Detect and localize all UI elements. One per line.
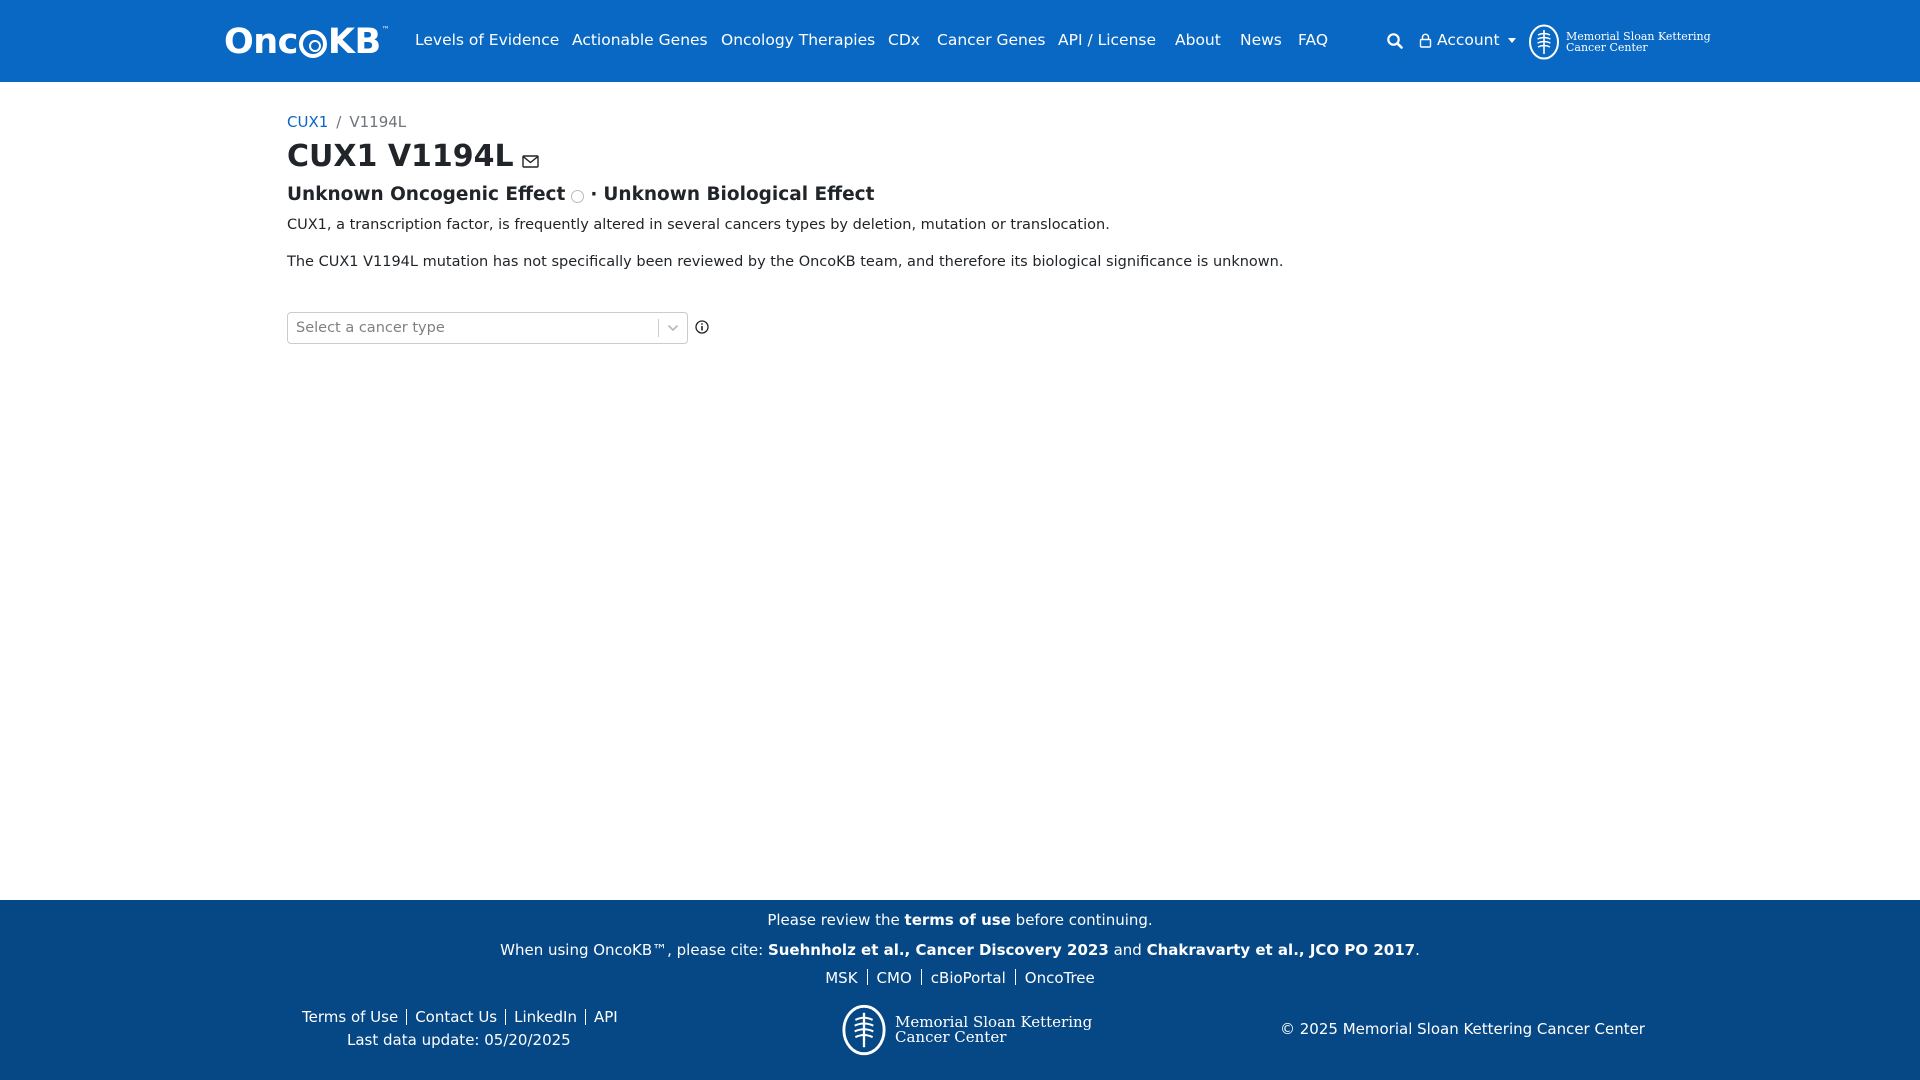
nav-levels-of-evidence[interactable]: Levels of Evidence [415,31,559,49]
link-divider [505,1009,507,1025]
footer: Please review the terms of use before co… [0,900,1920,1080]
nav-cdx[interactable]: CDx [888,31,920,49]
biological-effect: Unknown Biological Effect [603,184,875,205]
footer-left-links: Terms of Use Contact Us LinkedIn API [302,1008,618,1026]
logo-trademark: ™ [381,25,390,34]
citation-end: . [1415,941,1420,959]
partner-link-cmo[interactable]: CMO [877,969,912,987]
nav-oncology-therapies[interactable]: Oncology Therapies [721,31,875,49]
nav-api-license[interactable]: API / License [1058,31,1156,49]
page-title: CUX1 V1194L [287,139,514,174]
breadcrumb-gene-link[interactable]: CUX1 [287,113,328,131]
effects-separator: · [590,184,598,205]
last-data-update: Last data update: 05/20/2025 [347,1031,571,1049]
terms-notice: Please review the terms of use before co… [0,911,1920,929]
citation-link-1[interactable]: Suehnholz et al., Cancer Discovery 2023 [768,941,1109,959]
logo-text-start: Onc [224,22,298,62]
lock-icon [1419,33,1432,48]
gene-summary: CUX1, a transcription factor, is frequen… [287,217,1110,233]
msk-footer-logo[interactable]: Memorial Sloan Kettering Cancer Center [841,1004,1092,1056]
copyright: © 2025 Memorial Sloan Kettering Cancer C… [1280,1020,1645,1038]
envelope-icon[interactable] [521,155,539,168]
partner-link-msk[interactable]: MSK [825,969,857,987]
oncogenic-circle-icon [571,190,585,203]
citation-notice: When using OncoKB™, please cite: Suehnho… [0,941,1920,959]
variant-summary: The CUX1 V1194L mutation has not specifi… [287,254,1284,270]
nav-about[interactable]: About [1175,31,1221,49]
nav-cancer-genes[interactable]: Cancer Genes [937,31,1046,49]
info-circle-icon[interactable] [695,320,709,334]
msk-footer-logo-icon [842,1004,886,1056]
breadcrumb-current: V1194L [349,113,407,131]
footer-linkedin-link[interactable]: LinkedIn [514,1008,577,1026]
citation-pre: When using OncoKB™, please cite: [500,941,764,959]
citation-link-2[interactable]: Chakravarty et al., JCO PO 2017 [1147,941,1416,959]
cancer-type-select[interactable]: Select a cancer type [287,312,688,344]
breadcrumb: CUX1 / V1194L [287,113,406,131]
link-divider [866,969,868,985]
msk-header-line2: Cancer Center [1566,41,1648,54]
effects-row: Unknown Oncogenic Effect · Unknown Biolo… [287,184,874,205]
nav-actionable-genes[interactable]: Actionable Genes [572,31,708,49]
page-title-row: CUX1 V1194L [287,139,539,174]
partner-links: MSK CMO cBioPortal OncoTree [0,969,1920,987]
link-divider [920,969,922,985]
footer-terms-link[interactable]: Terms of Use [302,1008,398,1026]
oncogenic-effect: Unknown Oncogenic Effect [287,184,566,205]
account-label: Account [1437,31,1500,49]
footer-api-link[interactable]: API [594,1008,618,1026]
link-divider [1014,969,1016,985]
top-navbar: Onc KB ™ Levels of Evidence Actionable G… [0,0,1920,82]
terms-notice-post: before continuing. [1015,911,1153,929]
terms-of-use-link[interactable]: terms of use [905,911,1011,929]
partner-link-oncotree[interactable]: OncoTree [1025,969,1095,987]
link-divider [406,1009,408,1025]
footer-contact-link[interactable]: Contact Us [415,1008,497,1026]
cancer-type-placeholder: Select a cancer type [296,320,445,336]
citation-and: and [1113,941,1142,959]
link-divider [585,1009,586,1025]
caret-down-icon [1507,37,1516,43]
msk-header-logo[interactable]: Memorial Sloan Kettering Cancer Center [1528,24,1711,60]
logo-text-end: KB [327,22,381,62]
logo-target-icon [298,30,327,58]
nav-news[interactable]: News [1240,31,1282,49]
breadcrumb-separator: / [336,113,342,131]
terms-notice-pre: Please review the [767,911,900,929]
chevron-down-icon[interactable] [659,324,687,332]
msk-footer-line2: Cancer Center [895,1028,1007,1046]
nav-faq[interactable]: FAQ [1298,31,1328,49]
partner-link-cbioportal[interactable]: cBioPortal [931,969,1006,987]
msk-logo-icon [1529,24,1559,60]
account-dropdown[interactable]: Account [1419,31,1516,49]
search-icon[interactable] [1386,32,1404,50]
oncokb-logo[interactable]: Onc KB ™ [224,22,390,62]
